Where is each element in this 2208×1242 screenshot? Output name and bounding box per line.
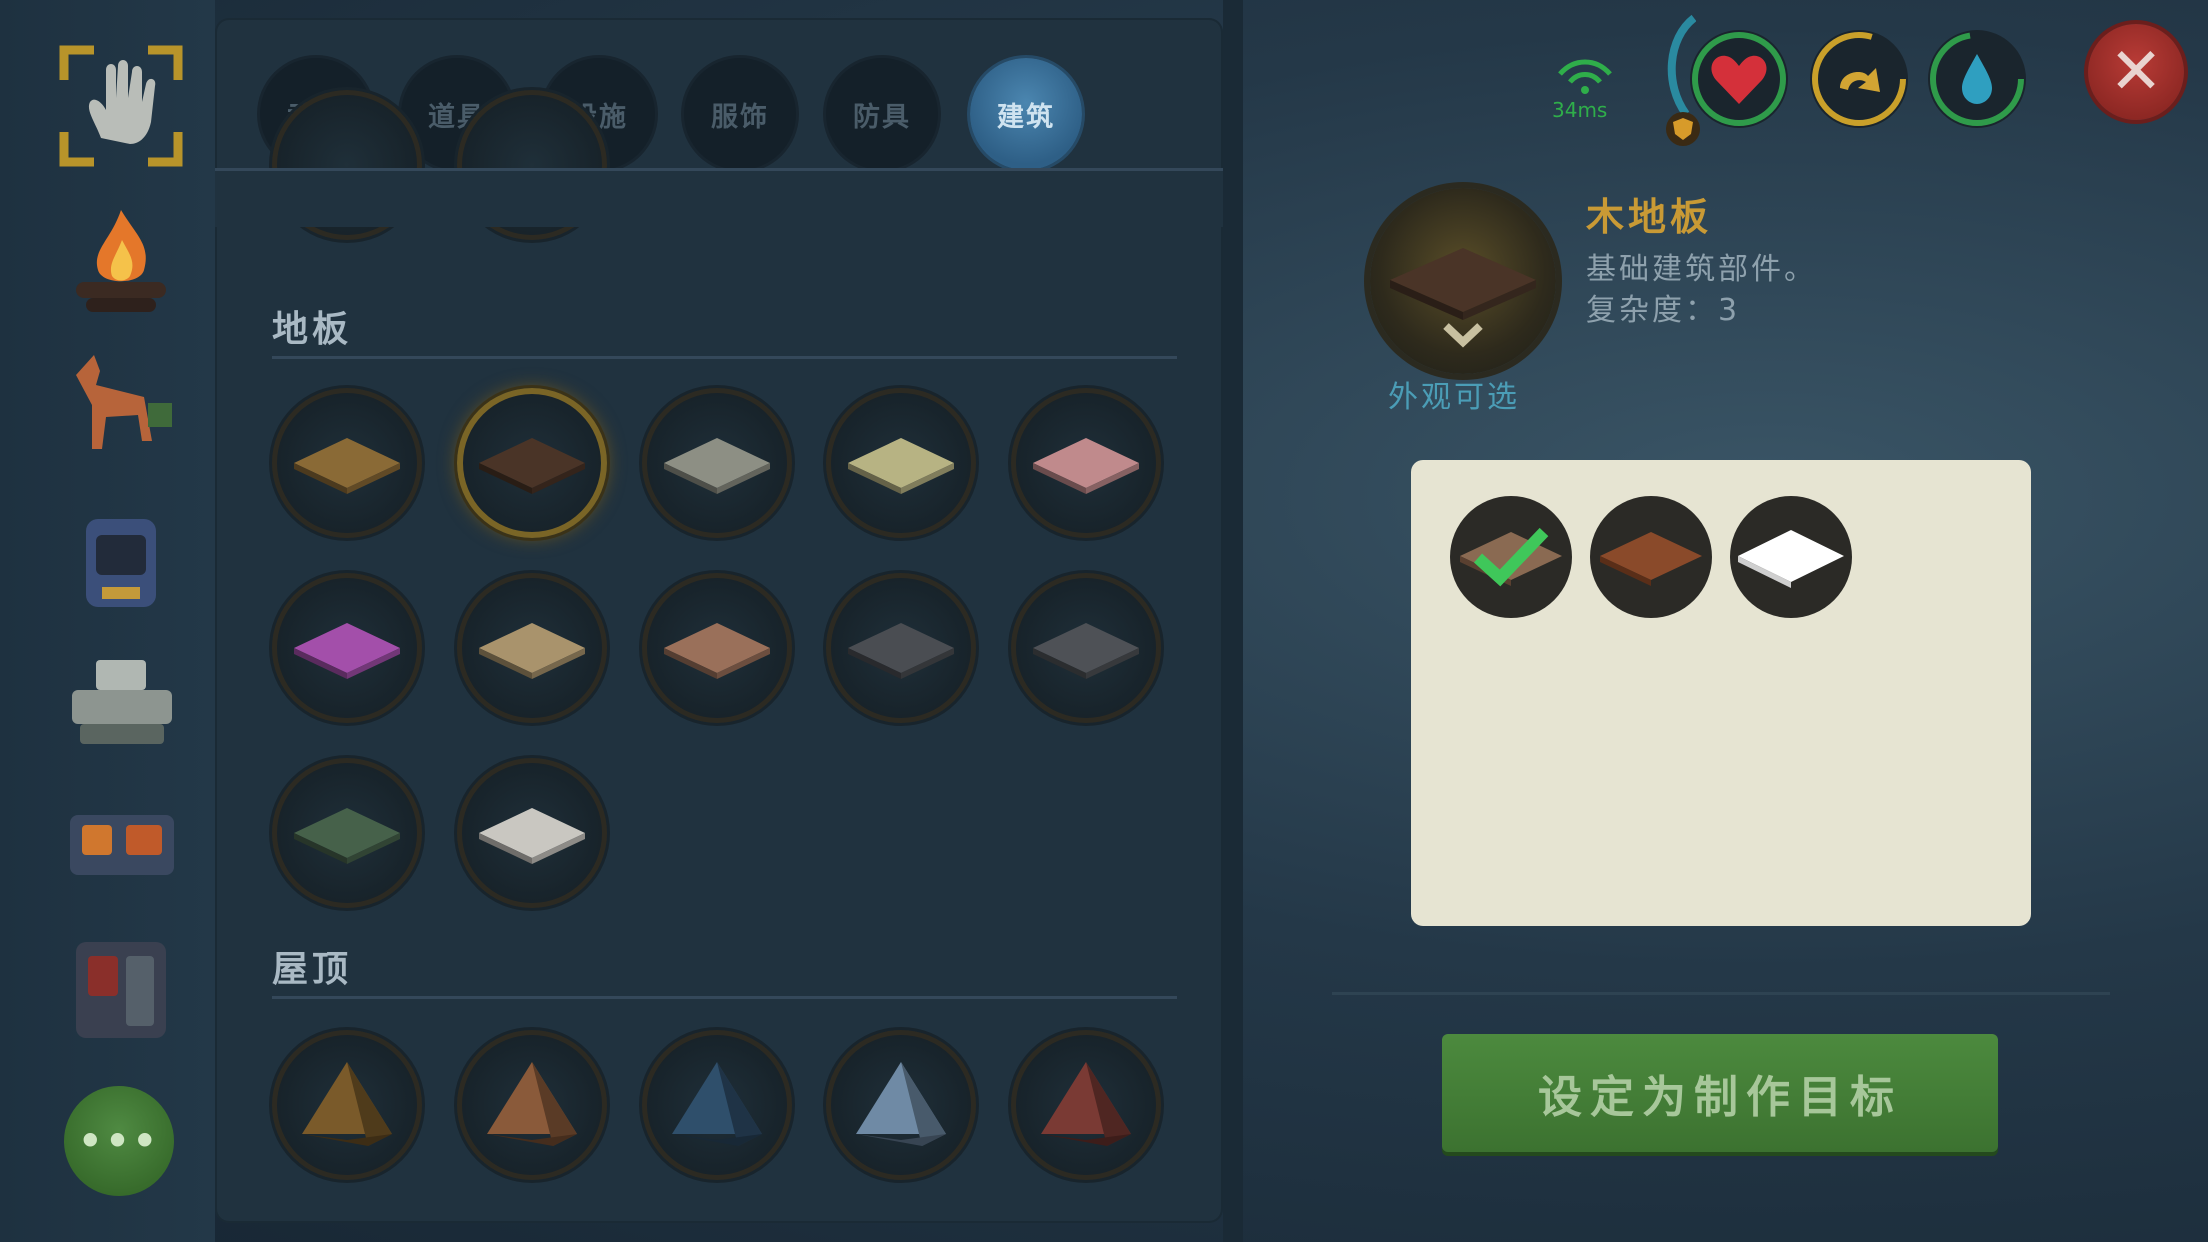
campfire-icon[interactable] xyxy=(56,200,186,330)
hand-gesture-icon[interactable] xyxy=(56,40,186,170)
item-slot[interactable] xyxy=(642,573,792,723)
item-slot[interactable] xyxy=(457,388,607,538)
item-slot[interactable] xyxy=(272,1030,422,1180)
machine-icon[interactable] xyxy=(56,775,186,905)
item-slot[interactable] xyxy=(272,758,422,908)
skin-option[interactable] xyxy=(1590,496,1712,618)
item-slot[interactable] xyxy=(1011,1030,1161,1180)
tab-buildings[interactable]: 建筑 xyxy=(970,58,1082,170)
section-divider xyxy=(272,356,1177,359)
skin-option[interactable] xyxy=(1730,496,1852,618)
tab-armor[interactable]: 防具 xyxy=(826,58,938,170)
item-slot[interactable] xyxy=(826,388,976,538)
item-description: 基础建筑部件。 xyxy=(1586,252,1817,287)
panel-edge xyxy=(1223,0,1243,1242)
shield-icon xyxy=(1666,112,1700,146)
set-craft-target-button[interactable]: 设定为制作目标 xyxy=(1442,1034,1998,1152)
generator-icon[interactable] xyxy=(56,920,186,1050)
item-slot[interactable] xyxy=(1011,388,1161,538)
tab-clothing[interactable]: 服饰 xyxy=(684,58,796,170)
appearance-selectable-label[interactable]: 外观可选 xyxy=(1388,372,1520,416)
health-status xyxy=(1690,30,1788,128)
item-slot[interactable] xyxy=(457,1030,607,1180)
close-button[interactable]: ✕ xyxy=(2088,24,2184,120)
hunger-status xyxy=(1810,30,1908,128)
scroll-mask xyxy=(215,168,1223,227)
item-slot[interactable] xyxy=(642,1030,792,1180)
section-title-roof: 屋顶 xyxy=(272,949,353,990)
section-title-floor: 地板 xyxy=(272,309,353,350)
item-slot[interactable] xyxy=(272,573,422,723)
item-slot[interactable] xyxy=(642,388,792,538)
item-slot[interactable] xyxy=(457,758,607,908)
item-slot[interactable] xyxy=(1011,573,1161,723)
workbench-icon[interactable] xyxy=(56,630,186,760)
item-slot[interactable] xyxy=(272,388,422,538)
catalog-panel: 武器 道具 设施 服饰 防具 建筑 地板 屋顶 xyxy=(215,18,1223,1223)
food-icon xyxy=(1840,68,1880,92)
wifi-icon xyxy=(1556,56,1614,96)
skin-selection-panel xyxy=(1411,460,2031,926)
furnace-icon[interactable] xyxy=(56,495,186,625)
item-name: 木地板 xyxy=(1586,195,1713,239)
category-rail: ••• xyxy=(0,0,215,1242)
detail-divider xyxy=(1332,992,2110,995)
section-divider xyxy=(272,996,1177,999)
skin-option[interactable] xyxy=(1450,496,1572,618)
item-slot[interactable] xyxy=(826,1030,976,1180)
chevron-down-icon xyxy=(1443,323,1483,348)
ping-label: 34ms xyxy=(1552,98,1608,122)
water-drop-icon xyxy=(1962,54,1992,104)
water-status xyxy=(1928,30,2026,128)
heart-icon xyxy=(1711,55,1767,104)
item-slot[interactable] xyxy=(826,573,976,723)
item-complexity: 复杂度：3 xyxy=(1586,293,1741,328)
item-slot[interactable] xyxy=(457,573,607,723)
more-button[interactable]: ••• xyxy=(64,1086,174,1196)
item-preview xyxy=(1370,188,1556,374)
horse-icon[interactable] xyxy=(56,345,186,475)
